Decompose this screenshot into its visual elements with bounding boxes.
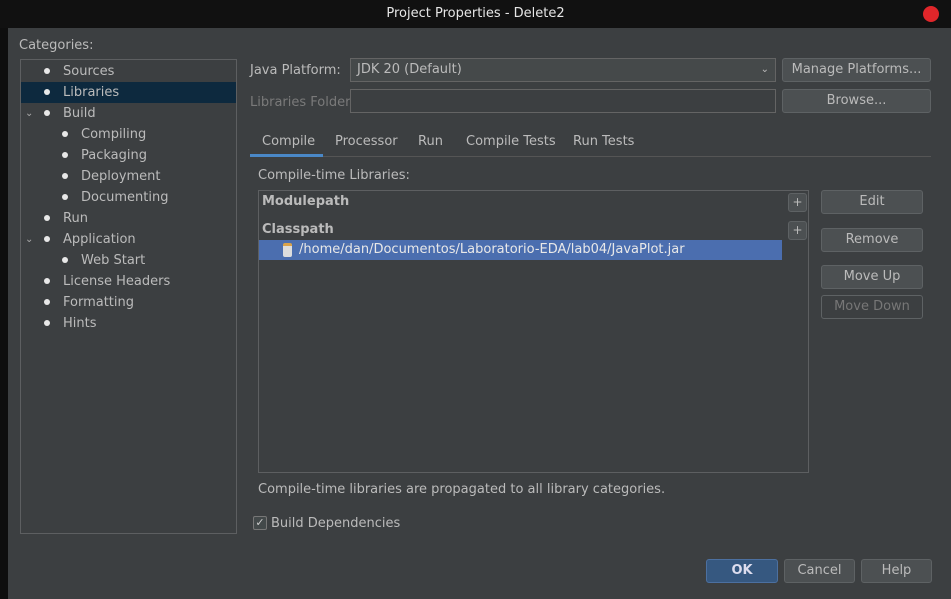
tab-compile[interactable]: Compile [262,134,315,156]
browse-button[interactable]: Browse... [782,89,931,113]
category-label: Run [63,211,88,226]
bullet-icon [62,194,68,200]
tab-divider [250,156,931,157]
window-title: Project Properties - Delete2 [386,6,565,21]
tab-processor[interactable]: Processor [335,134,398,156]
ok-button[interactable]: OK [706,559,778,583]
category-documenting[interactable]: Documenting [21,187,236,208]
category-label: Deployment [81,169,161,184]
category-label: Application [63,232,136,247]
jar-path: /home/dan/Documentos/Laboratorio-EDA/lab… [299,242,685,257]
bullet-icon [44,110,50,116]
category-label: Libraries [63,85,120,100]
category-application[interactable]: ⌄ Application [21,229,236,250]
title-bar: Project Properties - Delete2 [0,0,951,28]
category-label: Sources [63,64,115,79]
category-label: Compiling [81,127,147,142]
bullet-icon [44,236,50,242]
bullet-icon [44,89,50,95]
java-platform-label: Java Platform: [250,63,341,78]
move-down-button[interactable]: Move Down [821,295,923,319]
tab-run-tests[interactable]: Run Tests [573,134,634,156]
category-label: License Headers [63,274,171,289]
manage-platforms-button[interactable]: Manage Platforms... [782,58,931,82]
category-run[interactable]: Run [21,208,236,229]
chevron-down-icon: ⌄ [760,64,769,75]
bullet-icon [44,320,50,326]
java-platform-value: JDK 20 (Default) [357,62,462,77]
classpath-header: Classpath [262,222,334,237]
category-license-headers[interactable]: License Headers [21,271,236,292]
add-classpath-button[interactable]: + [788,221,807,240]
compile-libraries-label: Compile-time Libraries: [258,168,410,183]
categories-tree[interactable]: Sources Libraries ⌄ Build Compiling Packaging… [20,59,237,534]
libraries-list[interactable] [258,190,809,473]
category-formatting[interactable]: Formatting [21,292,236,313]
category-packaging[interactable]: Packaging [21,145,236,166]
libraries-folder-label: Libraries Folder: [250,95,355,110]
bullet-icon [62,131,68,137]
bullet-icon [62,173,68,179]
bullet-icon [62,152,68,158]
edit-button[interactable]: Edit [821,190,923,214]
java-platform-select[interactable]: JDK 20 (Default) ⌄ [350,58,776,82]
category-web-start[interactable]: Web Start [21,250,236,271]
bullet-icon [44,299,50,305]
category-label: Packaging [81,148,147,163]
classpath-entry[interactable]: /home/dan/Documentos/Laboratorio-EDA/lab… [259,240,782,260]
add-modulepath-button[interactable]: + [788,193,807,212]
build-dependencies-label: Build Dependencies [271,516,401,531]
category-label: Documenting [81,190,169,205]
bullet-icon [44,68,50,74]
tab-run[interactable]: Run [418,134,443,156]
jar-icon [283,243,292,257]
category-label: Web Start [81,253,146,268]
category-label: Formatting [63,295,135,310]
categories-label: Categories: [19,38,94,53]
category-sources[interactable]: Sources [21,61,236,82]
category-libraries[interactable]: Libraries [21,82,236,103]
bullet-icon [44,278,50,284]
category-hints[interactable]: Hints [21,313,236,334]
build-dependencies-checkbox[interactable]: ✓ [253,516,267,530]
propagation-note: Compile-time libraries are propagated to… [258,482,666,497]
category-build[interactable]: ⌄ Build [21,103,236,124]
bullet-icon [44,215,50,221]
libraries-folder-input[interactable] [350,89,776,113]
tab-compile-tests[interactable]: Compile Tests [466,134,556,156]
modulepath-header: Modulepath [262,194,350,209]
remove-button[interactable]: Remove [821,228,923,252]
bullet-icon [62,257,68,263]
chevron-down-icon[interactable]: ⌄ [25,103,33,124]
chevron-down-icon[interactable]: ⌄ [25,229,33,250]
close-button[interactable] [923,6,939,22]
cancel-button[interactable]: Cancel [784,559,855,583]
help-button[interactable]: Help [861,559,932,583]
category-deployment[interactable]: Deployment [21,166,236,187]
category-label: Hints [63,316,97,331]
category-compiling[interactable]: Compiling [21,124,236,145]
move-up-button[interactable]: Move Up [821,265,923,289]
category-label: Build [63,106,96,121]
